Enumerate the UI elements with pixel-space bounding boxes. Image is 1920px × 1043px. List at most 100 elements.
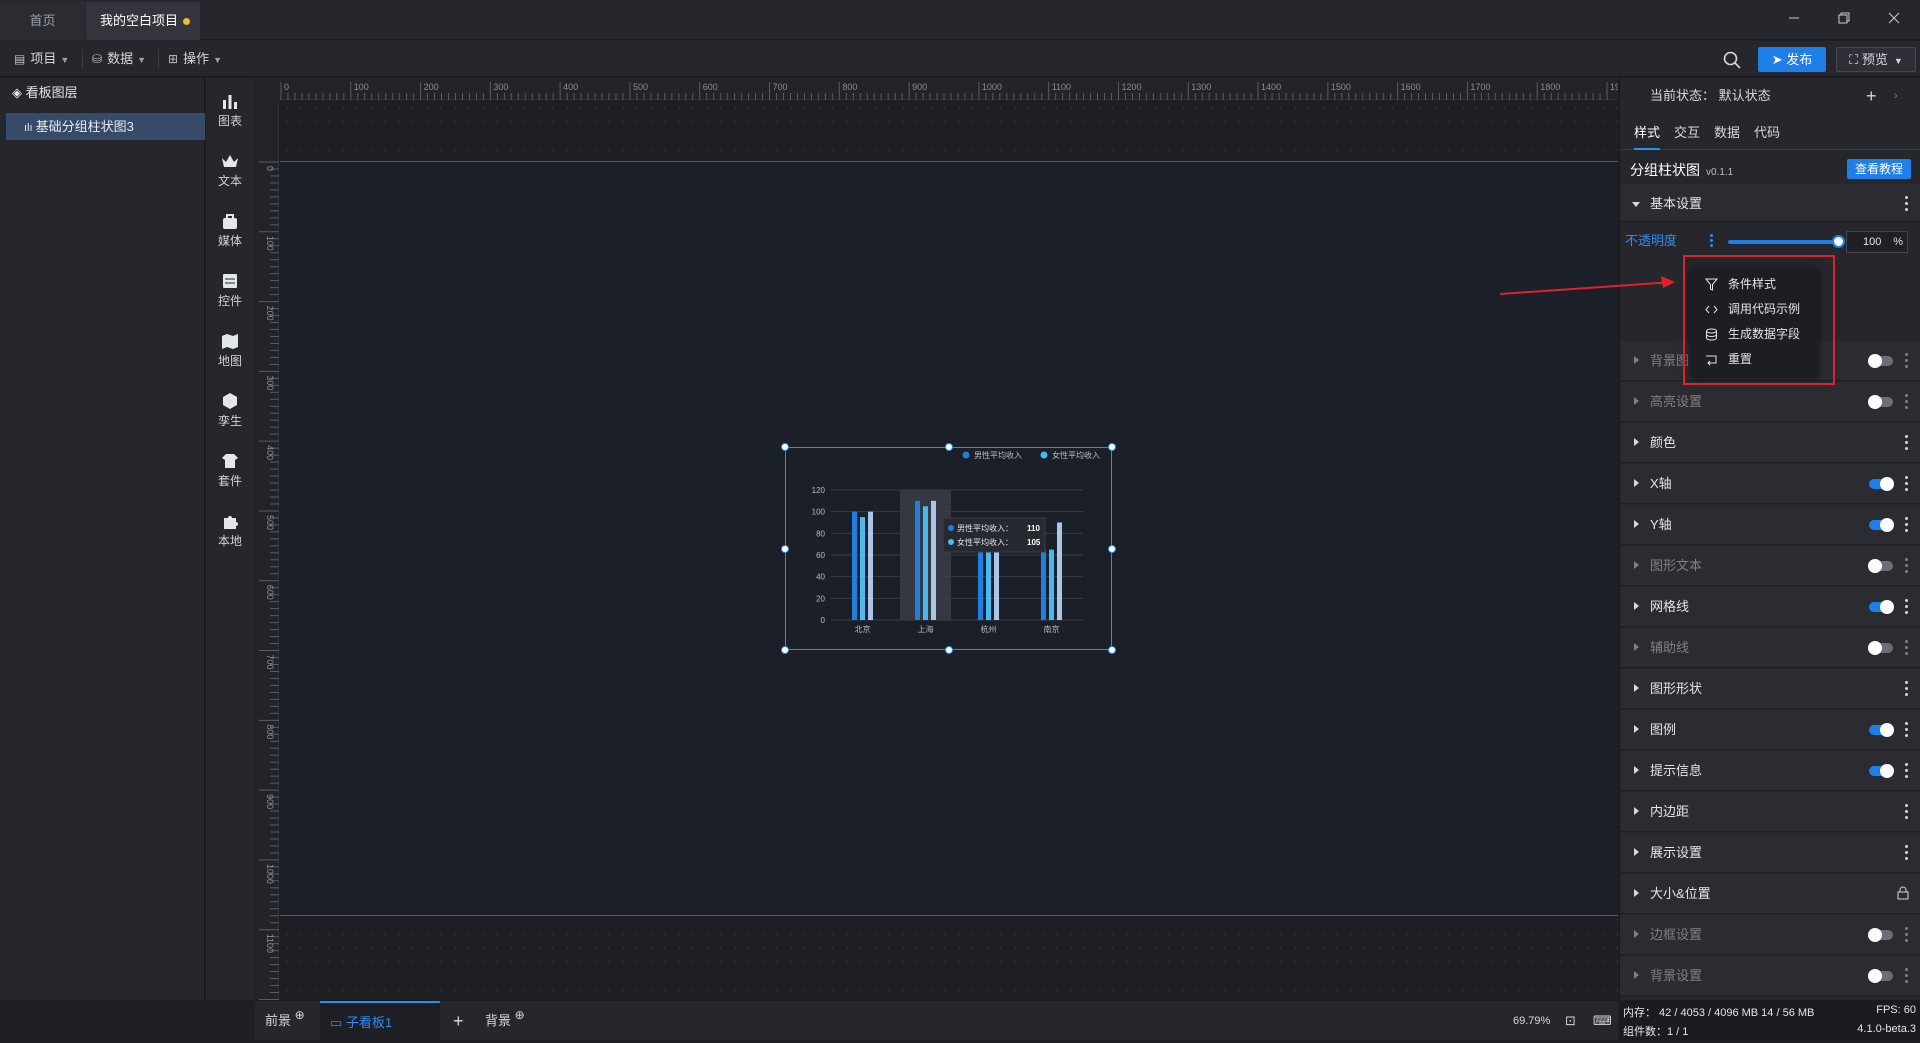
resize-handle-ne[interactable] [1108,443,1116,451]
background-tab[interactable]: 背景 ⊕ [485,1001,525,1041]
settings-section-label: 大小&位置 [1650,886,1711,901]
publish-button[interactable]: ➤ 发布 [1758,47,1826,72]
section-toggle-switch[interactable] [1869,477,1894,491]
more-options-icon[interactable] [1905,435,1909,451]
search-button[interactable] [1722,50,1742,70]
fit-screen-button[interactable]: ⊡ [1565,1001,1576,1041]
menu-data[interactable]: ⛁ 数据 ▼ [92,41,146,77]
settings-section[interactable]: 图形文本 [1620,546,1920,586]
section-toggle-switch[interactable] [1869,764,1894,778]
lock-icon[interactable] [1897,886,1909,903]
settings-section[interactable]: 大小&位置 [1620,874,1920,914]
section-toggle-switch[interactable] [1868,641,1893,655]
minimize-button[interactable] [1782,8,1806,32]
resize-handle-n[interactable] [945,443,953,451]
settings-section[interactable]: 边框设置 [1620,915,1920,955]
chevron-right-icon[interactable]: › [1894,78,1898,114]
more-options-icon[interactable] [1905,476,1909,492]
settings-section[interactable]: Y轴 [1620,505,1920,545]
board-tab-active[interactable]: ▭ 子看板1 [320,1001,440,1041]
chart-widget[interactable]: 0 20 40 60 80 100 120 北京 上海 杭州 南京 男性平均收入 女性平均收入 男性平均收… [781,443,1116,654]
tab-interaction[interactable]: 交互 [1674,116,1700,150]
tab-style[interactable]: 样式 [1634,116,1661,150]
more-options-icon[interactable] [1905,196,1909,212]
opacity-slider-thumb[interactable] [1832,235,1845,248]
section-toggle-switch[interactable] [1868,928,1893,942]
tab-project[interactable]: 我的空白项目 [86,2,200,40]
ruler-top[interactable]: 0 100 200 300 400 500 600 700 800 900 1000 1100 1200… [279,78,1618,100]
resize-handle-w[interactable] [781,545,789,553]
settings-section[interactable]: 辅助线 [1620,628,1920,668]
settings-section[interactable]: 内边距 [1620,792,1920,832]
settings-section-label: 颜色 [1650,435,1677,450]
foreground-tab[interactable]: 前景 ⊕ [265,1001,305,1041]
component-media[interactable]: 媒体 [206,204,254,260]
add-circle-icon[interactable]: ⊕ [295,1008,305,1022]
tab-home[interactable]: 首页 [0,2,85,40]
section-toggle-switch[interactable] [1869,518,1894,532]
settings-section[interactable]: 背景设置 [1620,956,1920,996]
section-toggle-switch[interactable] [1868,969,1893,983]
keyboard-button[interactable]: ⌨ [1593,1001,1612,1041]
add-board-button[interactable]: + [453,1001,464,1041]
opacity-slider-track[interactable] [1728,240,1838,244]
opacity-more-button[interactable] [1710,232,1714,250]
more-options-icon[interactable] [1905,804,1909,820]
component-widget[interactable]: 控件 [206,264,254,320]
settings-section[interactable]: 提示信息 [1620,751,1920,791]
more-options-icon[interactable] [1905,681,1909,697]
resize-handle-e[interactable] [1108,545,1116,553]
section-toggle-switch[interactable] [1868,354,1893,368]
more-options-icon[interactable] [1905,599,1909,615]
add-circle-icon[interactable]: ⊕ [515,1008,525,1022]
settings-section[interactable]: 颜色 [1620,423,1920,463]
more-options-icon[interactable] [1905,722,1909,738]
component-map[interactable]: 地图 [206,324,254,380]
zoom-level[interactable]: 69.79% [1513,1001,1550,1041]
caret-right-icon [1634,766,1639,774]
ruler-left[interactable]: 0 100 200 300 400 500 600 700 800 900 1000 1100 [255,100,279,1000]
resize-handle-sw[interactable] [781,646,789,654]
settings-section[interactable]: 网格线 [1620,587,1920,627]
restore-button[interactable] [1832,8,1856,32]
y-tick-label: 80 [816,529,825,538]
more-options-icon[interactable] [1905,558,1909,574]
add-state-button[interactable]: + [1866,78,1877,114]
component-local[interactable]: 本地 [206,504,254,560]
settings-section[interactable]: 高亮设置 [1620,382,1920,422]
more-options-icon[interactable] [1905,763,1909,779]
settings-section[interactable]: 图例 [1620,710,1920,750]
tab-code[interactable]: 代码 [1754,116,1780,150]
section-toggle-switch[interactable] [1868,559,1893,573]
resize-handle-s[interactable] [945,646,953,654]
section-toggle-switch[interactable] [1869,600,1894,614]
more-options-icon[interactable] [1905,394,1909,410]
section-toggle-switch[interactable] [1869,723,1894,737]
settings-section[interactable]: X轴 [1620,464,1920,504]
more-options-icon[interactable] [1905,927,1909,943]
more-options-icon[interactable] [1905,845,1909,861]
more-options-icon[interactable] [1905,640,1909,656]
settings-section[interactable]: 展示设置 [1620,833,1920,873]
component-twin[interactable]: 孪生 [206,384,254,440]
settings-section[interactable]: 图形形状 [1620,669,1920,709]
view-tutorial-button[interactable]: 查看教程 [1847,159,1911,179]
close-button[interactable] [1882,8,1906,32]
settings-section[interactable]: 基本设置 [1620,184,1920,222]
menu-project[interactable]: ▤ 项目 ▼ [14,41,69,77]
menu-operation[interactable]: ⊞ 操作 ▼ [168,41,222,77]
more-options-icon[interactable] [1905,353,1909,369]
opacity-input[interactable]: 100 % [1846,231,1908,253]
resize-handle-nw[interactable] [781,443,789,451]
layer-item[interactable]: ılı 基础分组柱状图3 [6,113,205,140]
more-options-icon[interactable] [1905,968,1909,984]
more-options-icon[interactable] [1905,517,1909,533]
preview-button[interactable]: ⛶ 预览 ▼ [1836,47,1916,72]
tab-project-label: 我的空白项目 [100,13,179,28]
resize-handle-se[interactable] [1108,646,1116,654]
component-text[interactable]: 文本 [206,144,254,200]
component-chart[interactable]: 图表 [206,84,254,140]
component-kit[interactable]: 套件 [206,444,254,500]
tab-data[interactable]: 数据 [1714,116,1740,150]
section-toggle-switch[interactable] [1868,395,1893,409]
